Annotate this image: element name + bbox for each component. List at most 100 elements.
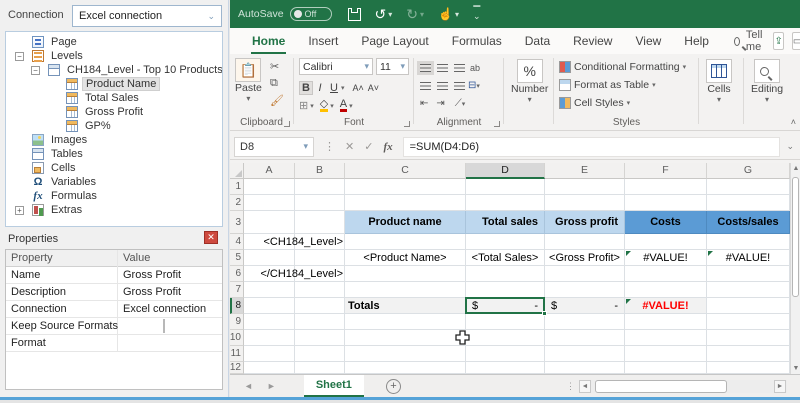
col-header-A[interactable]: A xyxy=(244,163,295,179)
expand-icon[interactable]: + xyxy=(15,206,24,215)
tab-formulas[interactable]: Formulas xyxy=(451,29,503,53)
cell-G4[interactable] xyxy=(707,234,790,250)
cells-button[interactable]: Cells ▾ xyxy=(706,59,732,104)
underline-dropdown-icon[interactable]: ▾ xyxy=(341,84,345,92)
undo-icon[interactable]: ↺ xyxy=(375,7,387,21)
row-header-2[interactable]: 2 xyxy=(230,195,244,211)
cell-A3[interactable] xyxy=(244,211,295,234)
col-header-G[interactable]: G xyxy=(707,163,790,179)
cancel-entry-icon[interactable]: ✕ xyxy=(345,140,354,153)
property-row-keep-source-formats[interactable]: Keep Source Formats xyxy=(6,318,222,335)
scroll-up-icon[interactable]: ▲ xyxy=(791,165,800,172)
cell-G11[interactable] xyxy=(707,346,790,362)
cell-F1[interactable] xyxy=(625,179,707,195)
cell-A8[interactable] xyxy=(244,298,295,314)
share-icon[interactable]: ⇪ xyxy=(773,32,783,50)
tree-item-cells[interactable]: Cells xyxy=(6,161,222,175)
hscroll-left-icon[interactable]: ◄ xyxy=(579,380,591,393)
cell-E12[interactable] xyxy=(545,362,625,374)
format-as-table-button[interactable]: Format as Table ▾ xyxy=(559,77,656,92)
cell-D2[interactable] xyxy=(466,195,545,211)
font-name-select[interactable]: Calibri▾ xyxy=(299,58,373,75)
cell-G5[interactable]: #VALUE! xyxy=(707,250,790,266)
cell-G3[interactable]: Costs/sales xyxy=(707,211,790,234)
sheet-nav-left-icon[interactable]: ◄ xyxy=(244,381,253,391)
cell-G12[interactable] xyxy=(707,362,790,374)
cell-F2[interactable] xyxy=(625,195,707,211)
clipboard-dialog-launcher-icon[interactable] xyxy=(284,121,290,127)
name-box[interactable]: D8 ▾ xyxy=(234,137,314,157)
cell-B2[interactable] xyxy=(295,195,345,211)
merge-center-icon[interactable]: ⊟ xyxy=(468,80,476,91)
tab-data[interactable]: Data xyxy=(524,29,551,53)
cell-G9[interactable] xyxy=(707,314,790,330)
cell-G7[interactable] xyxy=(707,282,790,298)
cell-B8[interactable] xyxy=(295,298,345,314)
font-color-icon[interactable]: A xyxy=(340,99,347,112)
property-row-name[interactable]: Name Gross Profit xyxy=(6,267,222,284)
copy-icon[interactable]: ⧉ xyxy=(270,77,284,90)
cell-F12[interactable] xyxy=(625,362,707,374)
cell-D1[interactable] xyxy=(466,179,545,195)
cell-F6[interactable] xyxy=(625,266,707,282)
cell-C11[interactable] xyxy=(345,346,466,362)
wrap-text-icon[interactable]: ab xyxy=(470,63,480,73)
tree-item-total-sales[interactable]: Total Sales xyxy=(6,91,222,105)
cell-A9[interactable] xyxy=(244,314,295,330)
tree-item-variables[interactable]: Ω Variables xyxy=(6,175,222,189)
cell-D7[interactable] xyxy=(466,282,545,298)
row-header-8[interactable]: 8 xyxy=(230,298,244,314)
row-header-5[interactable]: 5 xyxy=(230,250,244,266)
autosave-toggle[interactable]: Off xyxy=(290,7,332,21)
cell-D6[interactable] xyxy=(466,266,545,282)
cell-C7[interactable] xyxy=(345,282,466,298)
underline-button[interactable]: U xyxy=(327,82,341,94)
align-bottom-icon[interactable] xyxy=(454,64,465,72)
cell-A10[interactable] xyxy=(244,330,295,346)
collapse-icon[interactable]: − xyxy=(15,52,24,61)
cell-E3[interactable]: Gross profit xyxy=(545,211,625,234)
cell-E5[interactable]: <Gross Profit> xyxy=(545,250,625,266)
cell-C1[interactable] xyxy=(345,179,466,195)
editing-button[interactable]: Editing ▾ xyxy=(751,59,783,104)
cell-F11[interactable] xyxy=(625,346,707,362)
col-header-F[interactable]: F xyxy=(625,163,707,179)
cell-E1[interactable] xyxy=(545,179,625,195)
tree-item-page[interactable]: Page xyxy=(6,35,222,49)
vertical-scrollbar[interactable]: ▲ ▼ xyxy=(790,163,800,374)
font-size-select[interactable]: 11▾ xyxy=(376,58,409,75)
undo-dropdown-icon[interactable]: ▾ xyxy=(388,10,392,19)
cell-C5[interactable]: <Product Name> xyxy=(345,250,466,266)
row-header-4[interactable]: 4 xyxy=(230,234,244,250)
conditional-formatting-button[interactable]: Conditional Formatting ▾ xyxy=(559,59,686,74)
cell-F10[interactable] xyxy=(625,330,707,346)
col-header-E[interactable]: E xyxy=(545,163,625,179)
tree-item-product-name[interactable]: Product Name xyxy=(6,77,222,91)
cell-styles-button[interactable]: Cell Styles ▾ xyxy=(559,95,630,110)
cell-B10[interactable] xyxy=(295,330,345,346)
cell-D4[interactable] xyxy=(466,234,545,250)
touch-mouse-mode-icon[interactable]: ☝ xyxy=(438,7,453,21)
vertical-scroll-thumb[interactable] xyxy=(792,177,799,297)
insert-function-icon[interactable]: fx xyxy=(383,141,392,153)
tree-item-images[interactable]: Images xyxy=(6,133,222,147)
cell-B7[interactable] xyxy=(295,282,345,298)
col-header-D[interactable]: D xyxy=(466,163,545,179)
cell-B12[interactable] xyxy=(295,362,345,374)
comment-icon[interactable]: ▭ xyxy=(792,32,800,50)
tree-item-extras[interactable]: + Extras xyxy=(6,203,222,217)
cell-D11[interactable] xyxy=(466,346,545,362)
touch-mode-dropdown-icon[interactable]: ▾ xyxy=(455,10,459,19)
cell-C10[interactable] xyxy=(345,330,466,346)
row-header-7[interactable]: 7 xyxy=(230,282,244,298)
row-header-3[interactable]: 3 xyxy=(230,211,244,234)
collapse-icon[interactable]: − xyxy=(31,66,40,75)
cell-G6[interactable] xyxy=(707,266,790,282)
row-header-12[interactable]: 12 xyxy=(230,362,244,374)
font-dialog-launcher-icon[interactable] xyxy=(404,121,410,127)
row-header-6[interactable]: 6 xyxy=(230,266,244,282)
cell-G1[interactable] xyxy=(707,179,790,195)
cell-A2[interactable] xyxy=(244,195,295,211)
cell-E8[interactable]: $- xyxy=(545,298,625,314)
bold-button[interactable]: B xyxy=(299,81,313,95)
